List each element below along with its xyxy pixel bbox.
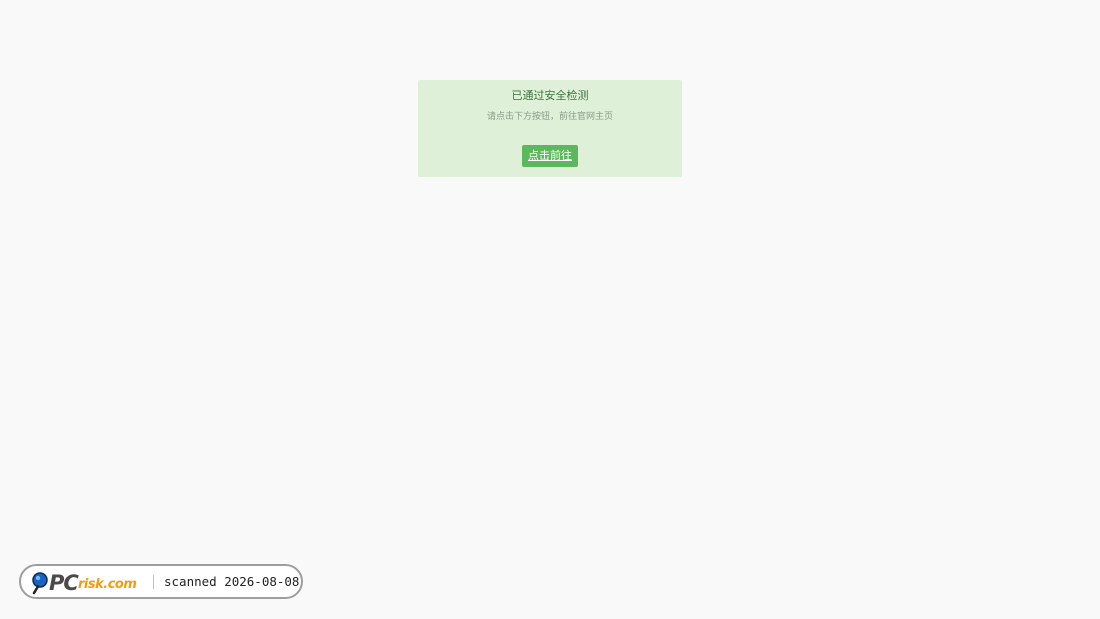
security-notice-panel: 已通过安全检测 请点击下方按钮，前往官网主页 点击前往	[418, 80, 682, 177]
badge-divider	[153, 575, 154, 589]
scan-badge: PC risk.com scanned 2026-08-08	[19, 564, 303, 599]
notice-title: 已通过安全检测	[511, 89, 589, 102]
notice-subtitle: 请点击下方按钮，前往官网主页	[486, 112, 613, 122]
pcrisk-logo: PC risk.com	[31, 571, 147, 595]
magnifier-icon	[32, 572, 48, 595]
scan-date-text: scanned 2026-08-08	[164, 574, 300, 589]
go-button[interactable]: 点击前往	[522, 145, 578, 167]
logo-pc-text: PC	[49, 571, 79, 595]
logo-risk-text: risk.com	[78, 577, 137, 592]
